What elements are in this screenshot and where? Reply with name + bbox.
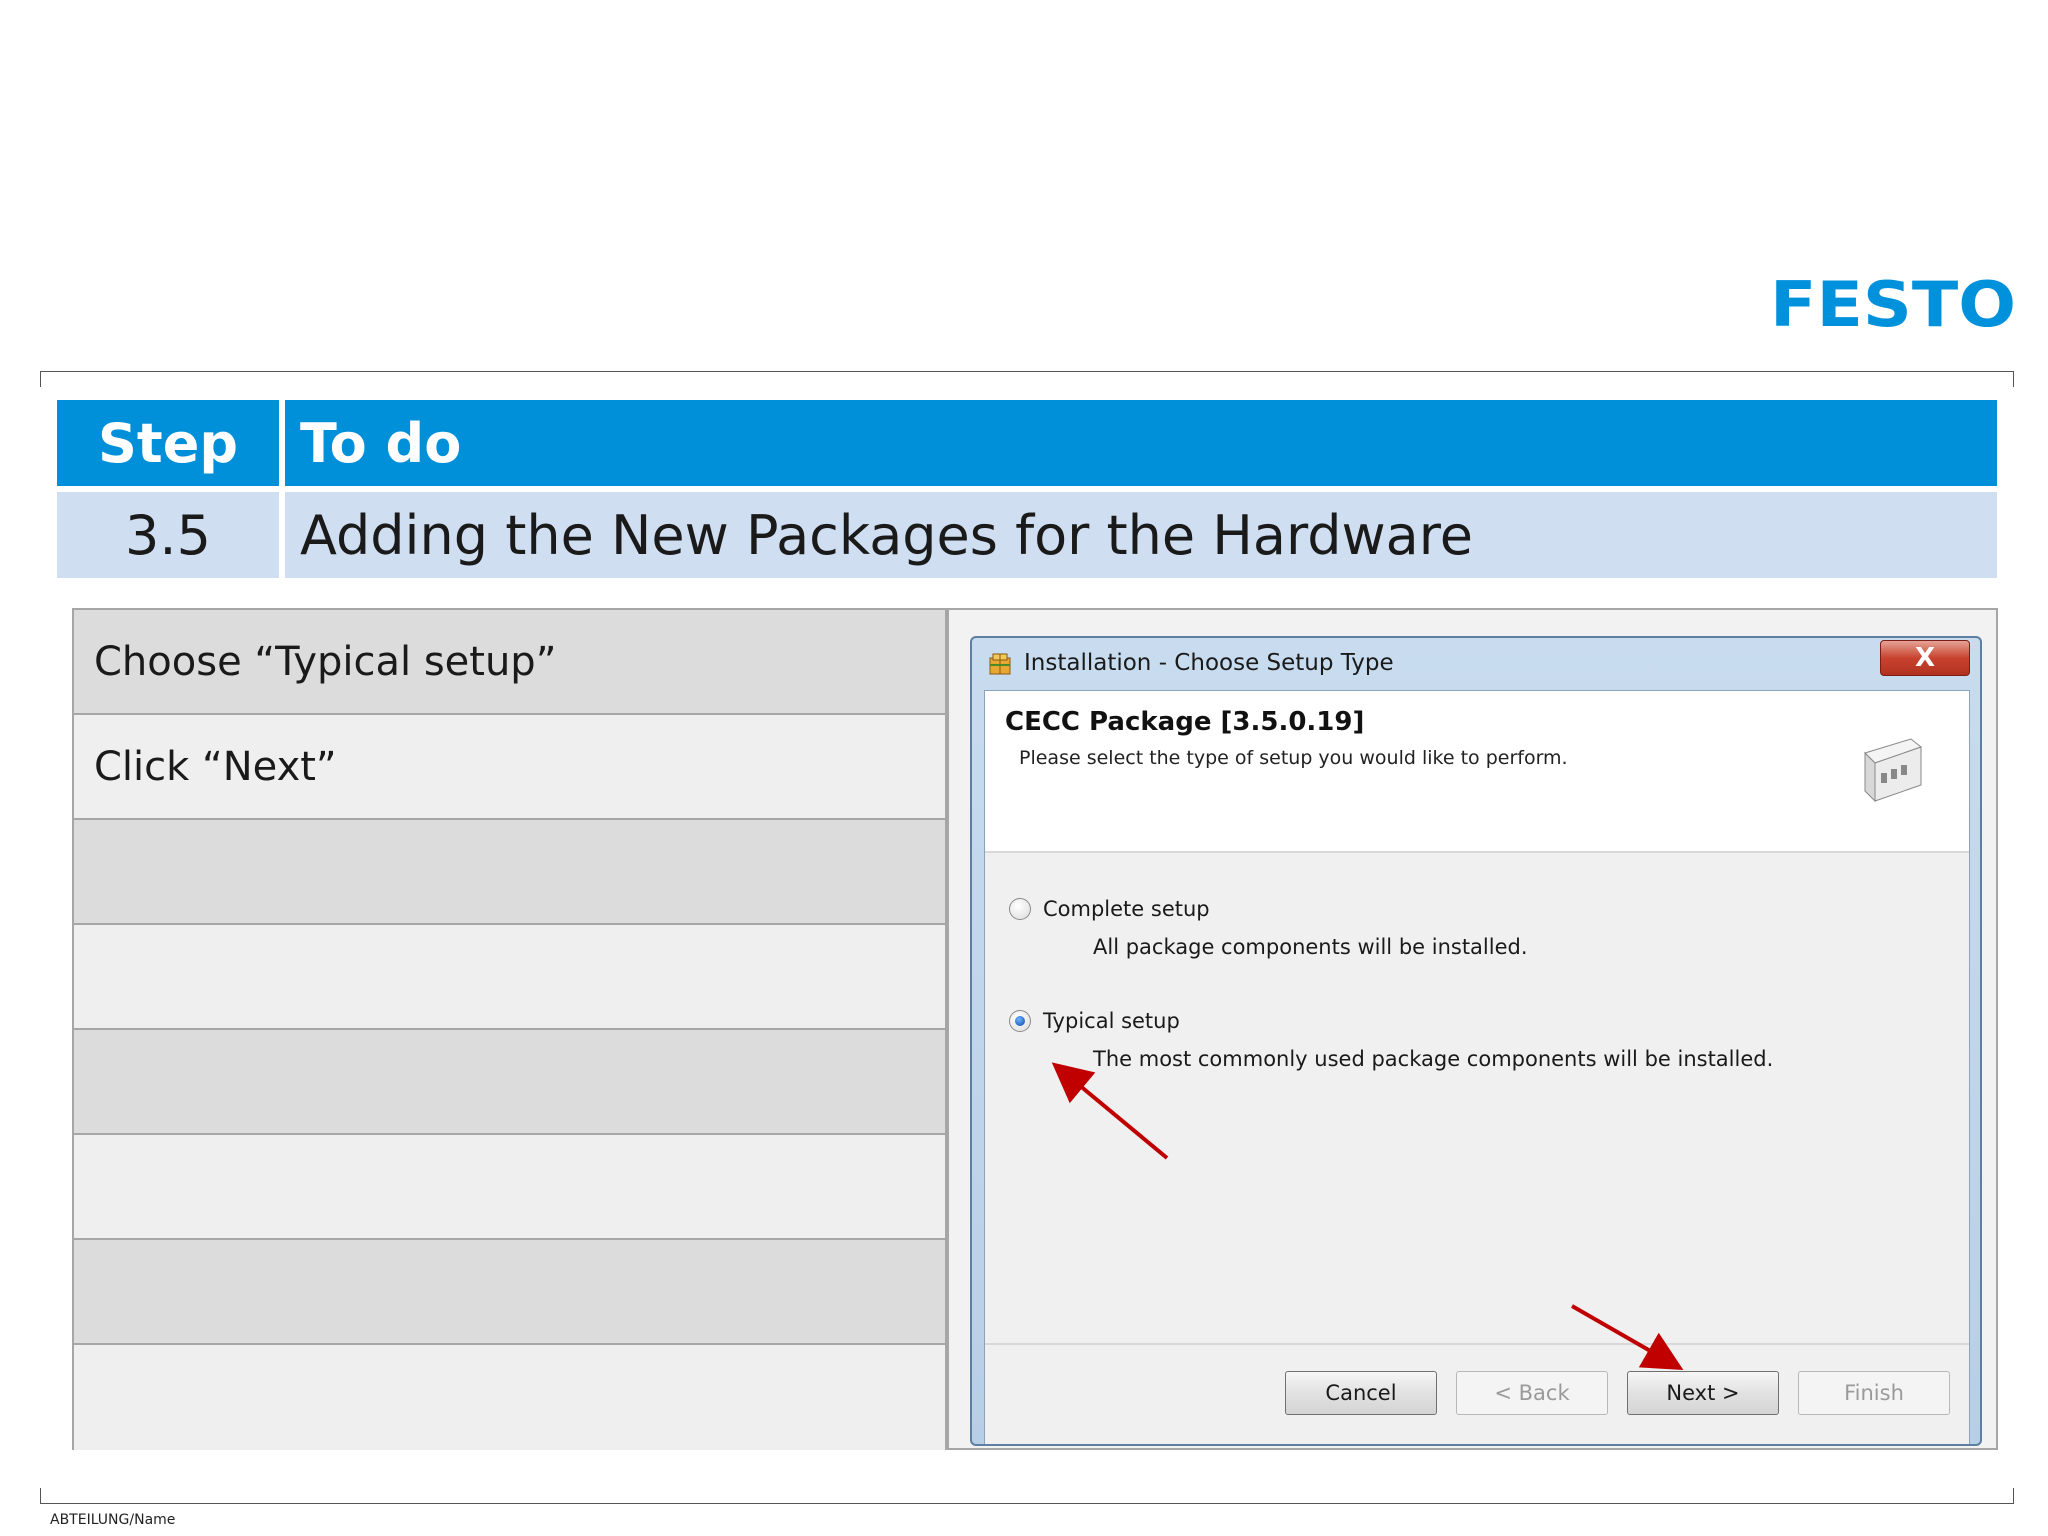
package-subtitle: Please select the type of setup you woul… bbox=[1019, 747, 1568, 769]
complete-setup-description: All package components will be installed… bbox=[1093, 935, 1528, 959]
festo-logo-text: FESTO bbox=[1770, 276, 2016, 332]
package-title: CECC Package [3.5.0.19] bbox=[1005, 707, 1365, 737]
footer-department-name: ABTEILUNG/Name bbox=[50, 1512, 176, 1528]
instruction-table: Choose “Typical setup” Click “Next” bbox=[72, 608, 947, 1450]
instruction-row bbox=[74, 820, 945, 925]
header-step-label: Step bbox=[98, 411, 238, 475]
option-typical-setup[interactable]: Typical setup bbox=[1009, 1009, 1180, 1033]
back-button[interactable]: < Back bbox=[1456, 1371, 1608, 1415]
header-todo-label: To do bbox=[300, 411, 462, 475]
festo-logo: FESTO bbox=[1770, 268, 2016, 341]
typical-setup-description: The most commonly used package component… bbox=[1093, 1047, 1774, 1071]
screenshot-panel: Installation - Choose Setup Type X CECC … bbox=[947, 608, 1998, 1450]
top-divider bbox=[40, 371, 2014, 387]
close-button[interactable]: X bbox=[1880, 640, 1970, 676]
step-row: 3.5 Adding the New Packages for the Hard… bbox=[57, 492, 1997, 578]
instruction-row bbox=[74, 1240, 945, 1345]
cancel-button[interactable]: Cancel bbox=[1285, 1371, 1437, 1415]
step-number: 3.5 bbox=[125, 503, 211, 567]
dialog-footer: Cancel < Back Next > Finish bbox=[985, 1343, 1969, 1444]
finish-button[interactable]: Finish bbox=[1798, 1371, 1950, 1415]
setup-dialog: Installation - Choose Setup Type X CECC … bbox=[970, 636, 1982, 1446]
dialog-body: CECC Package [3.5.0.19] Please select th… bbox=[984, 690, 1970, 1444]
option-complete-setup[interactable]: Complete setup bbox=[1009, 897, 1210, 921]
typical-setup-radio[interactable] bbox=[1009, 1010, 1031, 1032]
package-icon bbox=[989, 653, 1011, 675]
instruction-row bbox=[74, 1345, 945, 1450]
instruction-row: Click “Next” bbox=[74, 715, 945, 820]
header-row: Step To do bbox=[57, 400, 1997, 486]
dialog-title: Installation - Choose Setup Type bbox=[1024, 650, 1394, 676]
next-button[interactable]: Next > bbox=[1627, 1371, 1779, 1415]
controller-device-icon bbox=[1864, 738, 1923, 803]
step-title: Adding the New Packages for the Hardware bbox=[300, 503, 1473, 567]
instruction-row bbox=[74, 1135, 945, 1240]
complete-setup-label[interactable]: Complete setup bbox=[1043, 897, 1210, 921]
bottom-divider bbox=[40, 1488, 2014, 1504]
dialog-titlebar[interactable]: Installation - Choose Setup Type X bbox=[972, 638, 1980, 690]
instruction-row bbox=[74, 925, 945, 1030]
instruction-row: Choose “Typical setup” bbox=[74, 610, 945, 715]
dialog-banner: CECC Package [3.5.0.19] Please select th… bbox=[985, 691, 1969, 853]
complete-setup-radio[interactable] bbox=[1009, 898, 1031, 920]
instruction-row bbox=[74, 1030, 945, 1135]
typical-setup-label[interactable]: Typical setup bbox=[1043, 1009, 1180, 1033]
